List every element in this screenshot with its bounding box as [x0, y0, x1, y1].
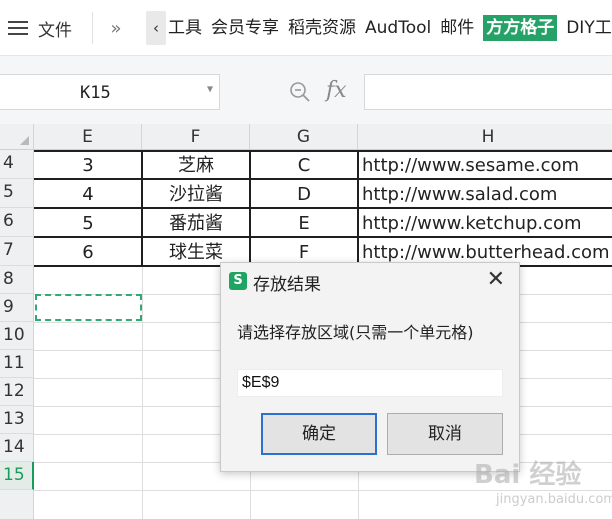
tab-diy-tools[interactable]: DIY工具	[566, 15, 612, 41]
tab-mail[interactable]: 邮件	[440, 15, 474, 41]
cell-h4[interactable]: http://www.sesame.com	[358, 151, 612, 180]
select-all-corner[interactable]	[0, 124, 34, 150]
file-menu-button[interactable]: 文件	[8, 14, 72, 42]
column-header-f[interactable]: F	[142, 124, 250, 150]
row-header-9[interactable]: 9	[0, 294, 34, 322]
watermark-main: Bai 经验	[474, 460, 582, 490]
column-header-h[interactable]: H	[358, 124, 612, 150]
tab-member[interactable]: 会员专享	[211, 15, 279, 41]
more-tabs-icon[interactable]: »	[104, 14, 128, 42]
tab-audtool[interactable]: AudTool	[365, 15, 431, 41]
ok-button[interactable]: 确定	[261, 413, 377, 455]
row-header-15[interactable]: 15	[0, 462, 34, 490]
formula-bar: K15 ▼ fx	[0, 56, 612, 124]
range-input[interactable]: $E$9	[237, 369, 503, 397]
dialog-title: 存放结果	[253, 275, 321, 295]
row-header-11[interactable]: 11	[0, 350, 34, 378]
watermark-sub: jingyan.baidu.com	[496, 492, 612, 507]
fx-icon[interactable]: fx	[326, 78, 347, 103]
tab-fangfanggezi[interactable]: 方方格子	[483, 15, 558, 41]
row-header-14[interactable]: 14	[0, 434, 34, 462]
row-header-12[interactable]: 12	[0, 378, 34, 406]
cell-g4[interactable]: C	[250, 151, 358, 180]
row-header-10[interactable]: 10	[0, 322, 34, 350]
row-header-6[interactable]: 6	[0, 208, 34, 237]
dialog-titlebar[interactable]: S 存放结果 ✕	[221, 263, 519, 299]
scroll-left-icon[interactable]: ‹	[146, 11, 166, 45]
grid-line	[142, 266, 143, 519]
cell-h6[interactable]: http://www.ketchup.com	[358, 209, 612, 238]
zoom-icon[interactable]	[288, 80, 312, 104]
cancel-button[interactable]: 取消	[387, 413, 503, 455]
dialog-prompt: 请选择存放区域(只需一个单元格)	[237, 323, 474, 342]
cell-g6[interactable]: E	[250, 209, 358, 238]
name-box-value: K15	[80, 83, 111, 103]
tab-tools[interactable]: 工具	[168, 15, 202, 41]
cell-e4[interactable]: 3	[34, 151, 142, 180]
cell-h5[interactable]: http://www.salad.com	[358, 180, 612, 209]
row-header-4[interactable]: 4	[0, 150, 34, 179]
row-header-8[interactable]: 8	[0, 266, 34, 294]
cell-e6[interactable]: 5	[34, 209, 142, 238]
cell-g5[interactable]: D	[250, 180, 358, 209]
column-header-g[interactable]: G	[250, 124, 358, 150]
file-menu-label: 文件	[38, 20, 72, 41]
hamburger-icon	[8, 21, 28, 35]
cell-e7[interactable]: 6	[34, 238, 142, 267]
baidu-watermark: Bai 经验 jingyan.baidu.com	[474, 452, 612, 514]
row-header-13[interactable]: 13	[0, 406, 34, 434]
cell-f4[interactable]: 芝麻	[142, 151, 250, 180]
store-result-dialog: S 存放结果 ✕ 请选择存放区域(只需一个单元格) $E$9 确定 取消	[220, 262, 520, 472]
chevron-down-icon[interactable]: ▼	[207, 84, 213, 95]
cell-e5[interactable]: 4	[34, 180, 142, 209]
ribbon-divider	[92, 12, 93, 44]
tab-docer[interactable]: 稻壳资源	[288, 15, 356, 41]
row-header-5[interactable]: 5	[0, 179, 34, 208]
ribbon-tabs: 工具 会员专享 稻壳资源 AudTool 邮件 方方格子 DIY工具	[168, 14, 612, 42]
row-header-16	[0, 490, 34, 519]
name-box[interactable]: K15 ▼	[0, 74, 220, 110]
close-icon[interactable]: ✕	[487, 269, 505, 291]
row-header-7[interactable]: 7	[0, 237, 34, 266]
cell-f5[interactable]: 沙拉酱	[142, 180, 250, 209]
wps-logo-icon: S	[229, 272, 247, 290]
formula-input[interactable]	[364, 74, 612, 110]
cell-f6[interactable]: 番茄酱	[142, 209, 250, 238]
selected-cell-marquee[interactable]	[35, 294, 142, 321]
column-header-e[interactable]: E	[34, 124, 142, 150]
ribbon: 文件 » ‹ 工具 会员专享 稻壳资源 AudTool 邮件 方方格子 DIY工…	[0, 0, 612, 56]
